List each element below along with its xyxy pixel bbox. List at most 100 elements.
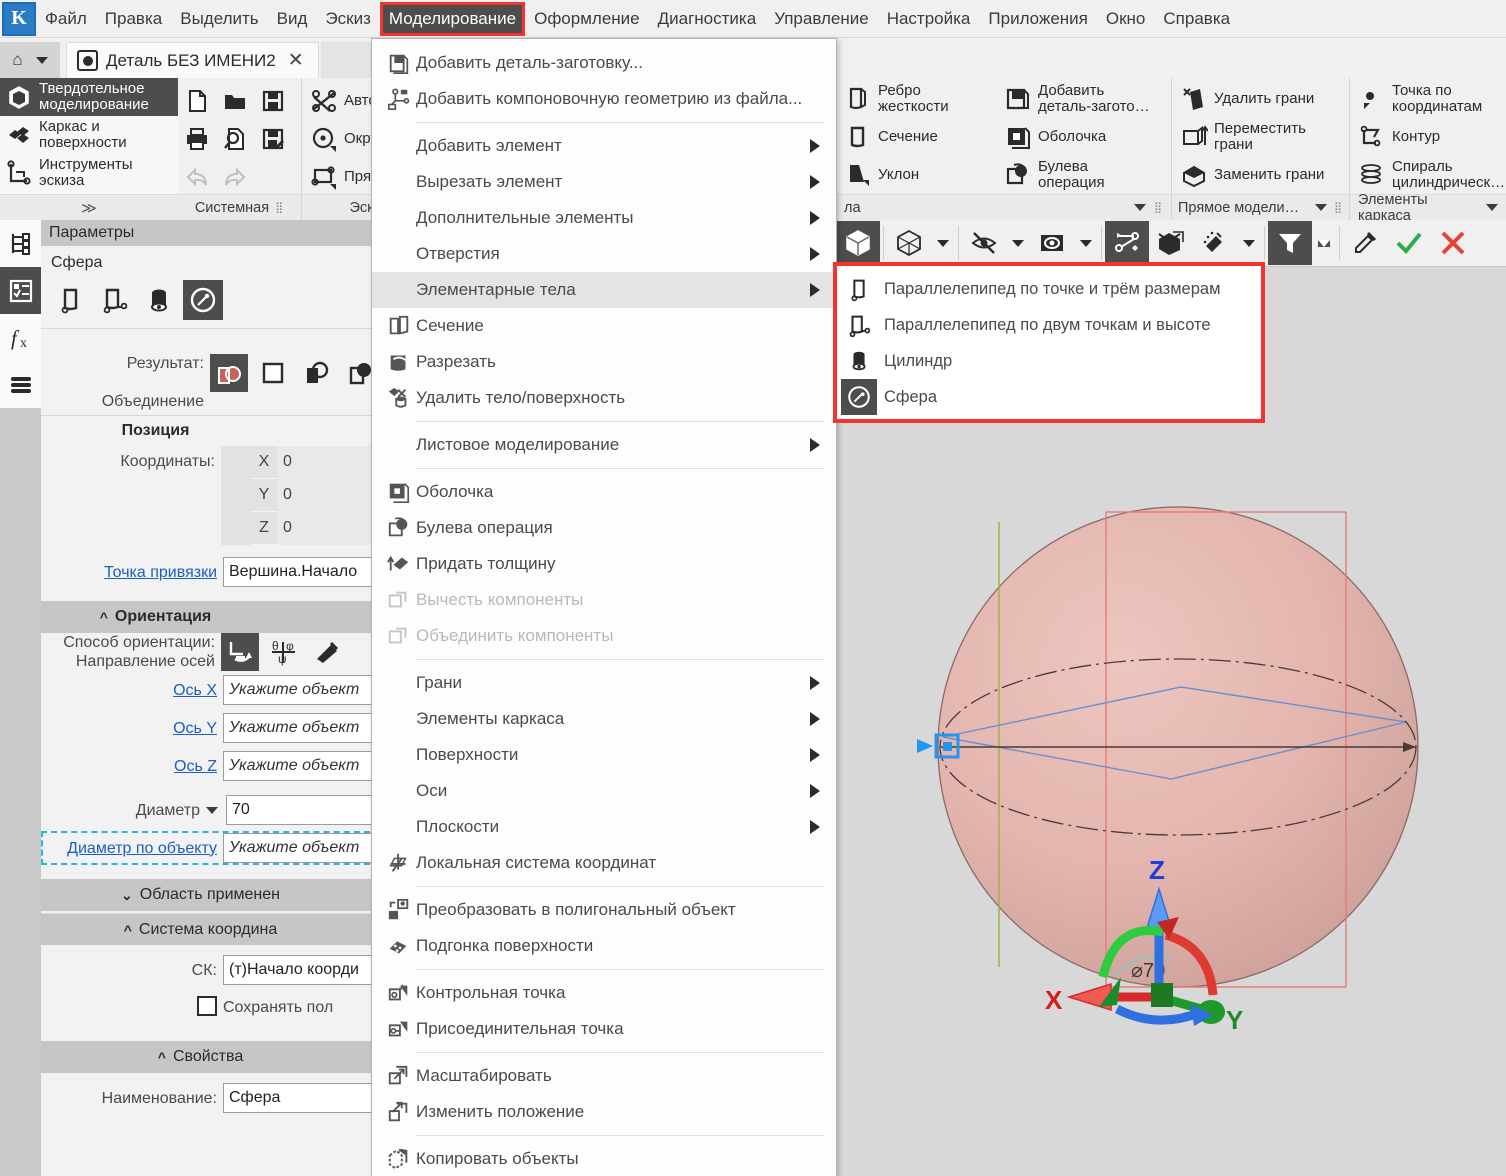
menu-item-подгонка-поверхности[interactable]: Подгонка поверхности	[372, 928, 836, 964]
hide-objects-button[interactable]	[962, 221, 1006, 265]
new-document-button[interactable]	[178, 82, 216, 120]
coord-lock-icon[interactable]	[221, 511, 251, 545]
menu-item-добавить-компоновочную-г[interactable]: Добавить компоновочную геометрию из файл…	[372, 81, 836, 117]
ribbon-item-auto[interactable]: Авто	[306, 82, 378, 120]
chevron-down-icon[interactable]	[35, 56, 48, 64]
axis-z-field[interactable]: Укажите объект	[223, 751, 380, 781]
anchor-point-label[interactable]: Точка привязки	[41, 563, 223, 582]
orientation-section-header[interactable]: ^ Ориентация	[41, 601, 380, 633]
menu-item-плоскости[interactable]: Плоскости	[372, 809, 836, 845]
menu-item-булева-операция[interactable]: Булева операция	[372, 510, 836, 546]
menu-item-преобразовать-в-полигона[interactable]: Преобразовать в полигональный объект	[372, 892, 836, 928]
menu-item-сечение[interactable]: Сечение	[372, 308, 836, 344]
menu-item-поверхности[interactable]: Поверхности	[372, 737, 836, 773]
cs-section-header[interactable]: ^ Система координа	[41, 913, 380, 945]
wireframe-view-button[interactable]	[887, 221, 931, 265]
chevron-down-icon[interactable]	[1486, 204, 1498, 211]
mode-frame-surfaces[interactable]: Каркас и поверхности	[0, 116, 178, 154]
chevron-down-icon[interactable]	[1012, 239, 1024, 247]
parameters-button[interactable]	[0, 267, 41, 314]
axis-x-label[interactable]: Ось X	[41, 681, 223, 700]
diameter-field[interactable]: 70	[226, 795, 380, 825]
document-tab[interactable]: Деталь БЕЗ ИМЕНИ2 ✕	[66, 42, 319, 78]
diameter-by-object-label[interactable]: Диаметр по объекту	[43, 839, 223, 858]
menu-item-элементы-каркаса[interactable]: Элементы каркаса	[372, 701, 836, 737]
shaded-view-button[interactable]	[836, 221, 880, 265]
confirm-button[interactable]	[1387, 221, 1431, 265]
menu-item-3[interactable]: Вид	[268, 2, 317, 36]
menu-item-4[interactable]: Эскиз	[316, 2, 379, 36]
variables-button[interactable]: fx	[0, 314, 41, 361]
chevron-down-icon[interactable]	[937, 239, 949, 247]
cancel-button[interactable]	[1431, 221, 1475, 265]
chevron-down-icon[interactable]	[1243, 239, 1255, 247]
menu-item-11[interactable]: Окно	[1097, 2, 1155, 36]
menu-item-9[interactable]: Настройка	[878, 2, 980, 36]
menu-item-10[interactable]: Приложения	[979, 2, 1096, 36]
coord-value[interactable]: 0	[277, 445, 380, 479]
type-box-by-point-icon[interactable]	[51, 280, 91, 320]
print-button[interactable]	[178, 120, 216, 158]
group-grip-icon[interactable]: ⣿	[275, 202, 284, 213]
show-hidden-button[interactable]	[1030, 221, 1074, 265]
orientation-pick-button[interactable]	[309, 633, 347, 671]
ribbon-item-section[interactable]: Сечение	[840, 118, 949, 156]
menu-item-12[interactable]: Справка	[1154, 2, 1239, 36]
coord-lock-icon[interactable]	[221, 478, 251, 512]
submenu-item-0[interactable]: Параллелепипед по точке и трём размерам	[837, 271, 1261, 307]
show-sketch-points-button[interactable]	[1105, 221, 1149, 265]
ribbon-item-contour[interactable]: Контур	[1354, 118, 1505, 156]
menu-item-8[interactable]: Управление	[765, 2, 878, 36]
ribbon-item-circle[interactable]: Окру	[306, 120, 378, 158]
mode-solid-modeling[interactable]: Твердотельное моделирование	[0, 78, 178, 116]
menu-item-7[interactable]: Диагностика	[649, 2, 766, 36]
section-view-button[interactable]	[1149, 221, 1193, 265]
chevron-down-icon[interactable]	[206, 806, 218, 814]
menu-item-локальная-система-коорди[interactable]: Локальная система координат	[372, 845, 836, 881]
ribbon-item-replace-faces[interactable]: Заменить грани	[1176, 156, 1324, 194]
anchor-point-field[interactable]: Вершина.Начало	[223, 557, 380, 587]
type-cylinder-icon[interactable]	[139, 280, 179, 320]
menu-item-отверстия[interactable]: Отверстия	[372, 236, 836, 272]
menu-item-изменить-положение[interactable]: Изменить положение	[372, 1094, 836, 1130]
name-field[interactable]: Сфера	[223, 1083, 380, 1113]
panel-menu-button[interactable]	[0, 361, 41, 408]
menu-item-придать-толщину[interactable]: Придать толщину	[372, 546, 836, 582]
orientation-by-angles-button[interactable]: θφψ	[265, 633, 303, 671]
chevron-down-icon[interactable]	[1133, 204, 1146, 211]
menu-item-масштабировать[interactable]: Масштабировать	[372, 1058, 836, 1094]
model-tree-button[interactable]	[0, 220, 41, 267]
close-icon[interactable]: ✕	[284, 49, 308, 72]
scope-section-header[interactable]: ⌄ Область применен	[41, 879, 380, 911]
chevron-down-icon[interactable]	[1314, 204, 1327, 211]
ribbon-item-delete-faces[interactable]: Удалить грани	[1176, 80, 1324, 118]
group-grip-icon[interactable]: ⣿	[1154, 202, 1163, 213]
result-subtract-button[interactable]	[298, 354, 336, 392]
coord-lock-icon[interactable]	[221, 445, 251, 479]
orientation-by-axes-button[interactable]	[221, 633, 259, 671]
eyedropper-button[interactable]	[1343, 221, 1387, 265]
menu-item-оболочка[interactable]: Оболочка	[372, 474, 836, 510]
menu-item-грани[interactable]: Грани	[372, 665, 836, 701]
coord-row-y[interactable]: Y 0	[221, 478, 380, 512]
undo-button[interactable]	[178, 158, 216, 196]
menu-item-оси[interactable]: Оси	[372, 773, 836, 809]
group-grip-icon[interactable]: ⣿	[1334, 202, 1343, 213]
mode-sketch-tools[interactable]: Инструменты эскиза	[0, 154, 178, 192]
ribbon-item-draft[interactable]: Уклон	[840, 156, 949, 194]
ribbon-item-shell[interactable]: Оболочка	[1000, 118, 1150, 156]
save-button[interactable]	[254, 82, 292, 120]
coord-row-x[interactable]: X 0	[221, 445, 380, 479]
apply-material-button[interactable]	[1193, 221, 1237, 265]
ribbon-item-rib[interactable]: Ребро жесткости	[840, 80, 949, 118]
coord-value[interactable]: 0	[277, 511, 380, 545]
submenu-item-3[interactable]: Сфера	[837, 379, 1261, 415]
axis-x-field[interactable]: Укажите объект	[223, 675, 380, 705]
type-sphere-icon[interactable]	[183, 280, 223, 320]
coord-value[interactable]: 0	[277, 478, 380, 512]
keep-position-checkbox[interactable]	[197, 995, 217, 1016]
ribbon-item-add-blank-part[interactable]: Добавить деталь-загото…	[1000, 80, 1150, 118]
save-as-button[interactable]	[254, 120, 292, 158]
menu-item-добавить-элемент[interactable]: Добавить элемент	[372, 128, 836, 164]
axis-y-label[interactable]: Ось Y	[41, 719, 223, 738]
